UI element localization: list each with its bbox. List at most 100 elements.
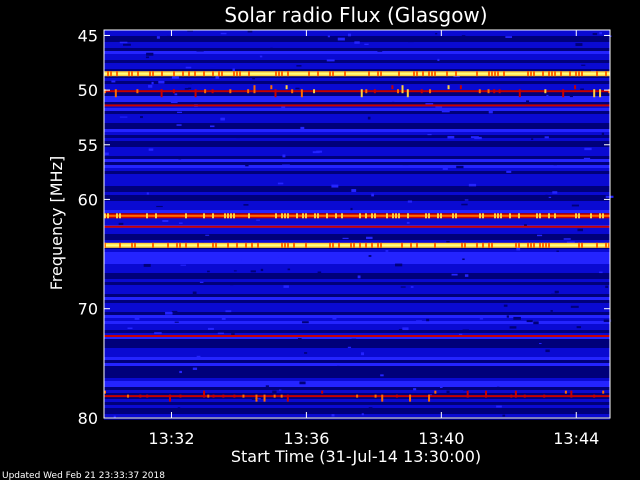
spectrogram-noise (283, 285, 289, 288)
emission-band-speckle (569, 71, 571, 77)
spectrogram-row (104, 357, 610, 360)
spectrogram-row (104, 231, 610, 234)
y-tick-label: 55 (78, 136, 98, 155)
spectrogram-noise (302, 321, 309, 324)
spectrogram-noise (236, 135, 240, 139)
emission-band-speckle (527, 71, 529, 77)
spectrogram-noise (157, 187, 161, 189)
spectrogram-noise (174, 321, 179, 323)
spectrogram-noise (245, 163, 249, 167)
emission-band-speckle (488, 71, 490, 77)
emission-burst (401, 85, 404, 94)
spectrogram-noise (316, 150, 323, 153)
spectrogram-noise (509, 326, 517, 329)
spectrogram-noise (297, 338, 302, 341)
emission-burst (373, 89, 376, 94)
spectrogram-row (104, 258, 610, 261)
emission-band-speckle (239, 71, 241, 77)
emission-band-speckle (149, 71, 151, 77)
spectrogram-noise (347, 33, 351, 37)
emission-band-speckle (230, 213, 232, 219)
spectrogram-noise (570, 305, 579, 308)
spectrogram-row (104, 318, 610, 321)
spectrogram-noise (337, 37, 345, 41)
spectrogram-noise (371, 193, 374, 197)
spectrogram-row (104, 114, 610, 117)
emission-burst (487, 89, 490, 94)
emission-band-speckle (212, 71, 214, 77)
emission-band-speckle (428, 71, 430, 77)
emission-burst (498, 89, 501, 94)
emission-band-speckle (455, 71, 457, 77)
emission-band-speckle (185, 242, 187, 248)
emission-band-speckle (344, 71, 346, 77)
spectrogram-noise (259, 55, 263, 58)
spectrogram-noise (361, 413, 364, 416)
emission-band-speckle (131, 242, 133, 248)
spectrogram-noise (282, 154, 286, 158)
emission-band-speckle (152, 71, 154, 77)
emission-band-speckle (116, 213, 118, 219)
spectrogram-row (104, 195, 610, 198)
spectrogram-noise (342, 171, 347, 174)
emission-band-speckle (218, 71, 220, 77)
spectrogram-noise (506, 170, 512, 173)
spectrogram-noise (332, 316, 337, 320)
spectrogram-row (104, 306, 610, 309)
spectrogram-row (104, 87, 610, 90)
spectrogram-noise (480, 234, 486, 237)
spectrogram-row (104, 183, 610, 186)
emission-band-speckle (203, 71, 205, 77)
spectrogram-row (104, 342, 610, 345)
spectrogram-noise (296, 65, 302, 67)
emission-band-speckle (176, 242, 178, 248)
spectrogram-noise (327, 35, 330, 38)
spectrogram-row (104, 270, 610, 273)
emission-band-speckle (491, 242, 493, 248)
emission-band-speckle (464, 242, 466, 248)
spectrogram-noise (331, 184, 339, 188)
emission-band-speckle (275, 71, 277, 77)
spectrogram-noise (230, 282, 234, 286)
spectrogram-row (104, 96, 610, 99)
emission-band-speckle (275, 213, 277, 219)
y-tick-label: 50 (78, 81, 98, 100)
spectrogram-noise (252, 77, 255, 80)
spectrogram-noise (550, 310, 553, 312)
emission-band-speckle (479, 213, 481, 219)
spectrogram-noise (562, 340, 566, 343)
spectrogram-noise (260, 124, 266, 127)
emission-burst (291, 89, 294, 94)
spectrogram-noise (577, 228, 584, 232)
y-tick-label: 60 (78, 190, 98, 209)
spectrogram-noise (270, 47, 273, 51)
emission-band-core (104, 214, 610, 217)
spectrogram-noise (119, 41, 128, 44)
emission-band-speckle (542, 71, 544, 77)
emission-burst (321, 390, 324, 394)
emission-band-speckle (281, 71, 283, 77)
spectrogram-row (104, 291, 610, 294)
spectrogram-noise (154, 332, 162, 335)
spectrogram-row (104, 186, 610, 189)
emission-band-speckle (461, 242, 463, 248)
emission-burst (139, 394, 142, 398)
spectrogram-row (104, 51, 610, 54)
spectrogram-noise (292, 300, 298, 302)
spectrogram-row (104, 390, 610, 393)
spectrogram-noise (187, 30, 194, 32)
x-tick-label: 13:44 (553, 429, 599, 448)
emission-band-speckle (551, 71, 553, 77)
spectrogram-noise (554, 290, 559, 294)
emission-band (104, 335, 610, 338)
spectrogram-noise (347, 346, 352, 348)
emission-band-speckle (452, 213, 454, 219)
emission-burst (126, 394, 129, 398)
spectrogram-row (104, 57, 610, 60)
emission-band-speckle (110, 71, 112, 77)
emission-burst (574, 85, 577, 90)
spectrogram-row (104, 348, 610, 351)
emission-band-speckle (251, 242, 253, 248)
spectrogram-noise (582, 341, 588, 343)
spectrogram-row (104, 168, 610, 171)
